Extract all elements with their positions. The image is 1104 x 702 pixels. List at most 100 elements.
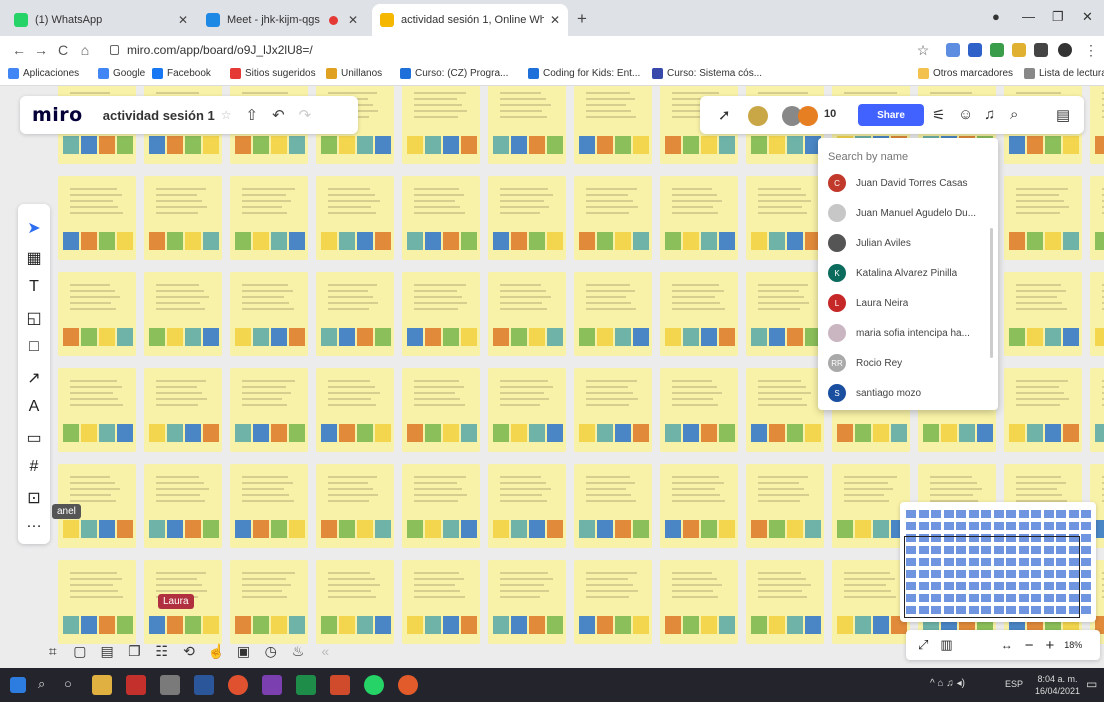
bookmark-lectura[interactable]: Lista de lectura xyxy=(1024,68,1104,79)
sticky-note[interactable] xyxy=(660,176,740,262)
extension-icon[interactable] xyxy=(968,43,982,57)
sticky-note[interactable] xyxy=(1090,368,1104,454)
select-tool-icon[interactable]: ➤ xyxy=(18,218,50,238)
whatsapp-icon[interactable] xyxy=(364,675,384,695)
search-icon[interactable]: ⌕ xyxy=(38,676,45,692)
zoom-in-button[interactable]: + xyxy=(1045,637,1054,654)
sticky-note[interactable] xyxy=(488,464,568,550)
search-icon[interactable]: ⌕ xyxy=(1010,106,1018,123)
sticky-note[interactable] xyxy=(1004,368,1084,454)
sticky-note[interactable] xyxy=(58,176,138,262)
timer-icon[interactable]: ◷ xyxy=(258,643,283,660)
collaborator-count[interactable]: 10 xyxy=(824,108,836,120)
extension-icon[interactable] xyxy=(946,43,960,57)
bookmark-facebook[interactable]: Facebook xyxy=(152,68,211,79)
minimap-viewport[interactable] xyxy=(904,536,1080,618)
home-button[interactable]: ⌂ xyxy=(74,42,96,58)
person-item[interactable]: maria sofia intencipa ha... xyxy=(828,320,988,346)
tab-meet[interactable]: Meet - jhk-kijm-qgs ✕ xyxy=(198,4,366,36)
bookmark-google[interactable]: Google xyxy=(98,68,145,79)
tab-miro[interactable]: actividad sesión 1, Online Whit ✕ xyxy=(372,4,568,36)
cursor-icon[interactable]: ➚ xyxy=(718,106,731,124)
sticky-note[interactable] xyxy=(746,176,826,262)
sticky-note[interactable] xyxy=(746,464,826,550)
sticky-note[interactable] xyxy=(58,368,138,454)
close-window-button[interactable]: ✕ xyxy=(1082,9,1093,25)
profile-icon[interactable]: ● xyxy=(992,9,1000,24)
more-tools-icon[interactable]: … xyxy=(18,514,50,532)
sticky-note[interactable] xyxy=(402,368,482,454)
chrome-icon[interactable] xyxy=(228,675,248,695)
pen-tool-icon[interactable]: A xyxy=(18,398,50,416)
sticky-note[interactable] xyxy=(1090,272,1104,358)
sticky-note[interactable] xyxy=(1004,272,1084,358)
notes-icon[interactable]: ▤ xyxy=(1056,106,1070,124)
reactions-icon[interactable]: ☺ xyxy=(958,106,973,123)
bookmark-curso-sistema[interactable]: Curso: Sistema cós... xyxy=(652,68,762,79)
person-item[interactable]: C Juan David Torres Casas xyxy=(828,170,988,196)
sticky-note[interactable] xyxy=(1090,86,1104,166)
bookmark-unillanos[interactable]: Unillanos xyxy=(326,68,382,79)
undo-icon[interactable]: ↶ xyxy=(272,106,285,124)
sticky-note[interactable] xyxy=(316,464,396,550)
bookmark-sugeridos[interactable]: Sitios sugeridos xyxy=(230,68,316,79)
sticky-note[interactable] xyxy=(488,560,568,646)
tab-whatsapp[interactable]: (1) WhatsApp ✕ xyxy=(6,4,196,36)
board-title[interactable]: actividad sesión 1 xyxy=(103,108,215,123)
sticky-note[interactable] xyxy=(144,464,224,550)
sticky-note[interactable] xyxy=(144,272,224,358)
sticky-note[interactable] xyxy=(402,176,482,262)
cards-icon[interactable]: ❐ xyxy=(122,643,147,660)
fullscreen-icon[interactable]: ⤢ xyxy=(918,637,928,653)
word-icon[interactable] xyxy=(194,675,214,695)
miro-logo[interactable]: miro xyxy=(32,104,83,126)
sticky-note[interactable] xyxy=(402,464,482,550)
reload-button[interactable]: C xyxy=(52,42,74,58)
sticky-note[interactable] xyxy=(660,464,740,550)
comment-icon[interactable]: ▭ xyxy=(18,428,50,448)
sticky-note[interactable] xyxy=(58,272,138,358)
sticky-note[interactable] xyxy=(144,176,224,262)
sticky-note[interactable] xyxy=(574,272,654,358)
screen-share-icon[interactable]: ▣ xyxy=(231,643,256,660)
app-icon[interactable] xyxy=(262,675,282,695)
arrow-tool-icon[interactable]: ↗ xyxy=(18,368,50,388)
sticky-note[interactable] xyxy=(488,368,568,454)
person-item[interactable]: Ssantiago mozo xyxy=(828,380,988,406)
redo-icon[interactable]: ↷ xyxy=(299,106,312,124)
sticky-note[interactable] xyxy=(574,176,654,262)
sticky-note[interactable] xyxy=(574,368,654,454)
sticky-note[interactable] xyxy=(746,368,826,454)
windows-icon[interactable] xyxy=(10,677,26,693)
person-item[interactable]: L Laura Neira xyxy=(828,290,988,316)
sticky-note-icon[interactable]: ◱ xyxy=(18,308,50,328)
sticky-note[interactable] xyxy=(1090,176,1104,262)
bookmark-curso-cz[interactable]: Curso: (CZ) Progra... xyxy=(400,68,508,79)
comments-icon[interactable]: ▢ xyxy=(67,643,92,660)
kanban-icon[interactable]: ☷ xyxy=(149,643,174,660)
sticky-note[interactable] xyxy=(316,176,396,262)
app-icon[interactable] xyxy=(398,675,418,695)
tray-icons[interactable]: ^ ⌂ ♫ ◂) xyxy=(930,678,965,689)
frames-icon[interactable]: ⌗ xyxy=(40,643,65,660)
sticky-note[interactable] xyxy=(230,368,310,454)
sticky-note[interactable] xyxy=(746,272,826,358)
activity-icon[interactable]: ⟲ xyxy=(176,643,201,660)
upload-icon[interactable]: ⇧ xyxy=(246,106,259,124)
close-icon[interactable]: ✕ xyxy=(178,13,188,27)
sticky-note[interactable] xyxy=(230,176,310,262)
sticky-note[interactable] xyxy=(660,560,740,646)
map-icon[interactable]: ▥ xyxy=(940,637,952,653)
sticky-note[interactable] xyxy=(316,560,396,646)
sticky-note[interactable] xyxy=(660,368,740,454)
templates-icon[interactable]: ▦ xyxy=(18,248,50,268)
sticky-note[interactable] xyxy=(230,560,310,646)
sticky-note[interactable] xyxy=(1004,176,1084,262)
chat-icon[interactable]: ▤ xyxy=(95,643,120,660)
sticky-note[interactable] xyxy=(230,464,310,550)
sticky-note[interactable] xyxy=(488,176,568,262)
new-tab-button[interactable]: + xyxy=(577,9,587,29)
sticky-note[interactable] xyxy=(574,560,654,646)
person-item[interactable]: Julian Aviles xyxy=(828,230,988,256)
task-view-icon[interactable]: ○ xyxy=(64,676,72,691)
